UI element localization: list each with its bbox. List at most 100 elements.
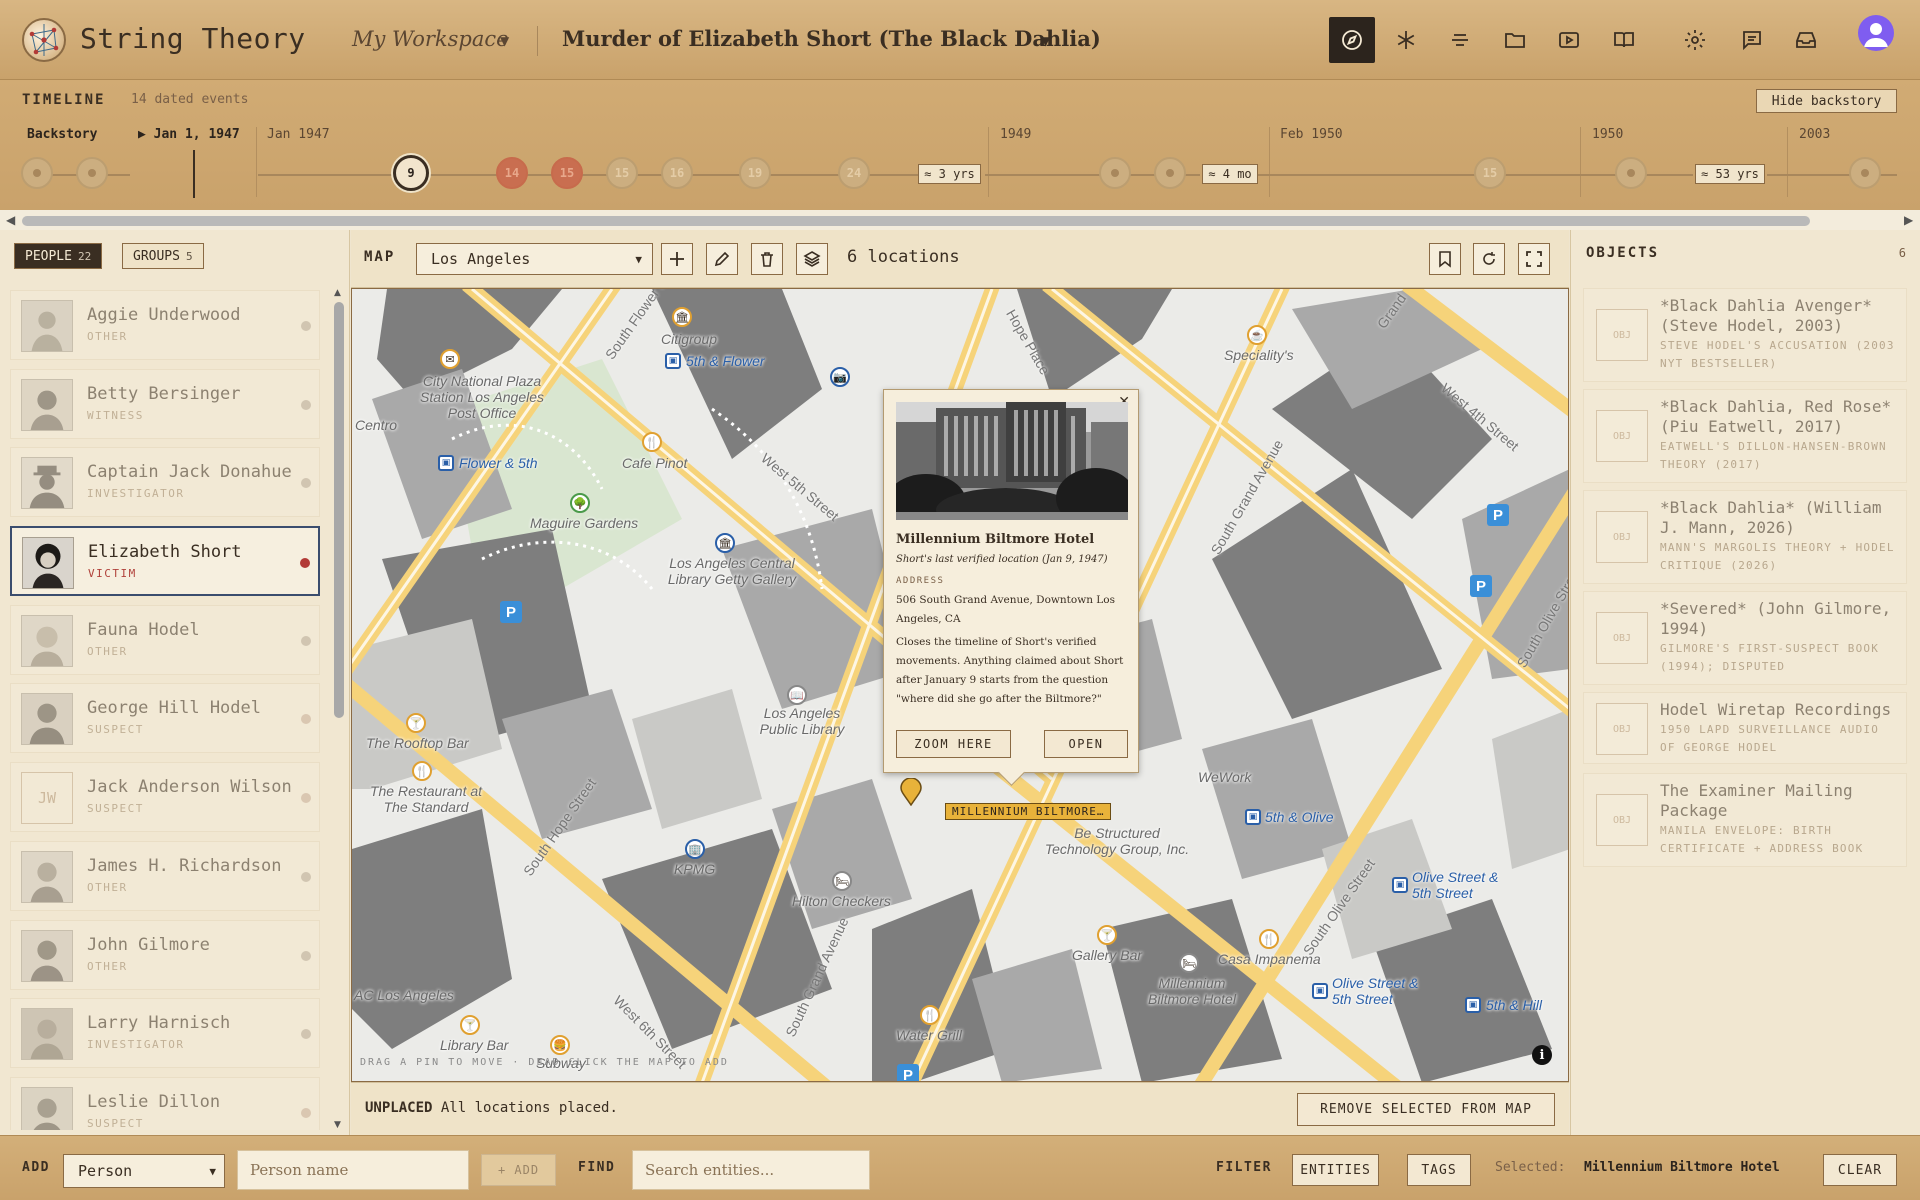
bookmark-button[interactable] xyxy=(1429,243,1461,275)
bus-stop-icon[interactable]: ▣ xyxy=(665,353,681,369)
zoom-here-button[interactable]: ZOOM HERE xyxy=(896,730,1011,758)
add-location-button[interactable] xyxy=(661,243,693,275)
clear-selection-button[interactable]: CLEAR xyxy=(1823,1154,1897,1186)
city-select[interactable]: Los Angeles ▼ xyxy=(416,243,653,275)
timeline-event[interactable] xyxy=(1849,157,1881,189)
timeline-event[interactable] xyxy=(1154,157,1186,189)
tab-people[interactable]: PEOPLE 22 xyxy=(14,243,103,269)
restaurant-icon[interactable]: 🍴 xyxy=(412,761,432,781)
marker-label[interactable]: MILLENNIUM BILTMORE… xyxy=(945,803,1112,820)
book-icon[interactable] xyxy=(1601,17,1647,63)
mail-icon[interactable]: ✉ xyxy=(440,349,460,369)
timeline-event[interactable]: 19 xyxy=(739,157,771,189)
bar-icon[interactable]: 🍸 xyxy=(1097,925,1117,945)
person-card[interactable]: Larry Harnisch INVESTIGATOR xyxy=(10,998,320,1069)
person-card[interactable]: Betty Bersinger WITNESS xyxy=(10,368,320,439)
office-icon[interactable]: 🏢 xyxy=(685,839,705,859)
timeline-event-selected[interactable]: 9 xyxy=(393,155,429,191)
object-card[interactable]: OBJ Hodel Wiretap Recordings 1950 LAPD S… xyxy=(1583,692,1907,764)
restaurant-icon[interactable]: 🍴 xyxy=(642,432,662,452)
inbox-icon[interactable] xyxy=(1783,17,1829,63)
person-card[interactable]: George Hill Hodel SUSPECT xyxy=(10,683,320,754)
hide-backstory-button[interactable]: Hide backstory xyxy=(1756,89,1897,113)
timeline-event[interactable] xyxy=(1615,157,1647,189)
timeline-event[interactable] xyxy=(21,157,53,189)
timeline-event[interactable]: 16 xyxy=(661,157,693,189)
bus-stop-icon[interactable]: ▣ xyxy=(1312,983,1328,999)
cafe-icon[interactable]: ☕ xyxy=(1247,325,1267,345)
edit-location-button[interactable] xyxy=(706,243,738,275)
bar-icon[interactable]: 🍸 xyxy=(406,713,426,733)
parking-icon[interactable]: P xyxy=(897,1064,919,1081)
reset-view-button[interactable] xyxy=(1473,243,1505,275)
bank-icon[interactable]: 🏛 xyxy=(672,307,692,327)
object-card[interactable]: OBJ *Severed* (John Gilmore, 1994) GILMO… xyxy=(1583,591,1907,685)
person-card[interactable]: Leslie Dillon SUSPECT xyxy=(10,1076,320,1130)
timeline-event[interactable]: 14 xyxy=(496,157,528,189)
info-icon[interactable]: i xyxy=(1532,1045,1552,1065)
person-card[interactable]: Captain Jack Donahue INVESTIGATOR xyxy=(10,447,320,518)
bus-stop-icon[interactable]: ▣ xyxy=(1465,997,1481,1013)
timeline-cursor[interactable] xyxy=(193,150,195,198)
parking-icon[interactable]: P xyxy=(1487,504,1509,526)
scroll-down-icon[interactable]: ▼ xyxy=(334,1120,341,1130)
entity-type-select[interactable]: Person ▼ xyxy=(63,1154,225,1188)
bus-stop-icon[interactable]: ▣ xyxy=(438,455,454,471)
library-icon[interactable]: 📖 xyxy=(787,685,807,705)
timeline-scrollbar[interactable]: ◀ ▶ xyxy=(0,210,1920,230)
person-card[interactable]: Aggie Underwood OTHER xyxy=(10,290,320,360)
object-card[interactable]: OBJ *Black Dahlia, Red Rose* (Piu Eatwel… xyxy=(1583,389,1907,483)
current-date-label[interactable]: ▶ Jan 1, 1947 xyxy=(138,127,240,142)
timeline-event[interactable]: 15 xyxy=(1474,157,1506,189)
fullscreen-button[interactable] xyxy=(1518,243,1550,275)
person-card[interactable]: Fauna Hodel OTHER xyxy=(10,604,320,675)
search-input[interactable]: Search entities... xyxy=(632,1150,870,1190)
scrollbar-thumb[interactable] xyxy=(22,216,1810,226)
timeline-event[interactable]: 24 xyxy=(838,157,870,189)
gear-icon[interactable] xyxy=(1672,17,1718,63)
chat-icon[interactable] xyxy=(1729,17,1775,63)
map-canvas[interactable]: South Flower Street Hope Place West 5th … xyxy=(351,288,1569,1082)
museum-icon[interactable]: 🏛 xyxy=(715,533,735,553)
lines-icon[interactable] xyxy=(1437,17,1483,63)
hotel-icon[interactable]: 🛏 xyxy=(832,871,852,891)
location-marker-icon[interactable] xyxy=(899,778,923,806)
park-icon[interactable]: 🌳 xyxy=(570,493,590,513)
person-card[interactable]: James H. Richardson OTHER xyxy=(10,840,320,911)
object-card[interactable]: OBJ *Black Dahlia Avenger* (Steve Hodel,… xyxy=(1583,288,1907,382)
parking-icon[interactable]: P xyxy=(1470,575,1492,597)
app-logo[interactable] xyxy=(22,18,66,62)
tab-groups[interactable]: GROUPS 5 xyxy=(122,243,204,269)
remove-selected-button[interactable]: REMOVE SELECTED FROM MAP xyxy=(1297,1093,1555,1126)
person-card[interactable]: John Gilmore OTHER xyxy=(10,919,320,990)
avatar[interactable] xyxy=(1858,15,1894,51)
person-card-selected[interactable]: Elizabeth Short VICTIM xyxy=(10,526,320,597)
open-button[interactable]: OPEN xyxy=(1044,730,1128,758)
timeline-event[interactable]: 15 xyxy=(551,157,583,189)
play-icon[interactable] xyxy=(1546,17,1592,63)
layers-button[interactable] xyxy=(796,243,828,275)
add-entity-button[interactable]: + ADD xyxy=(481,1154,556,1186)
bus-stop-icon[interactable]: ▣ xyxy=(1392,877,1408,893)
workspace-selector[interactable]: My Workspace xyxy=(352,27,509,51)
person-card[interactable]: JW Jack Anderson Wilson SUSPECT xyxy=(10,762,320,833)
scroll-left-icon[interactable]: ◀ xyxy=(6,213,15,227)
object-card[interactable]: OBJ The Examiner Mailing Package MANILA … xyxy=(1583,773,1907,867)
case-selector[interactable]: Murder of Elizabeth Short (The Black Dah… xyxy=(562,26,1101,51)
bar-icon[interactable]: 🍸 xyxy=(460,1015,480,1035)
filter-tags-button[interactable]: TAGS xyxy=(1407,1154,1471,1186)
filter-entities-button[interactable]: ENTITIES xyxy=(1292,1154,1379,1186)
timeline-event[interactable] xyxy=(76,157,108,189)
person-name-input[interactable]: Person name xyxy=(237,1150,469,1190)
scrollbar-thumb[interactable] xyxy=(334,302,344,718)
timeline-event[interactable]: 15 xyxy=(606,157,638,189)
people-scrollbar[interactable]: ▲ ▼ xyxy=(333,288,345,1131)
chevron-down-icon[interactable]: ▼ xyxy=(500,34,509,48)
restaurant-icon[interactable]: 🍴 xyxy=(920,1005,940,1025)
bus-stop-icon[interactable]: ▣ xyxy=(1245,809,1261,825)
delete-location-button[interactable] xyxy=(751,243,783,275)
camera-icon[interactable]: 📷 xyxy=(830,367,850,387)
compass-icon[interactable] xyxy=(1329,17,1375,63)
restaurant-icon[interactable]: 🍴 xyxy=(1259,929,1279,949)
fast-food-icon[interactable]: 🍔 xyxy=(550,1035,570,1055)
